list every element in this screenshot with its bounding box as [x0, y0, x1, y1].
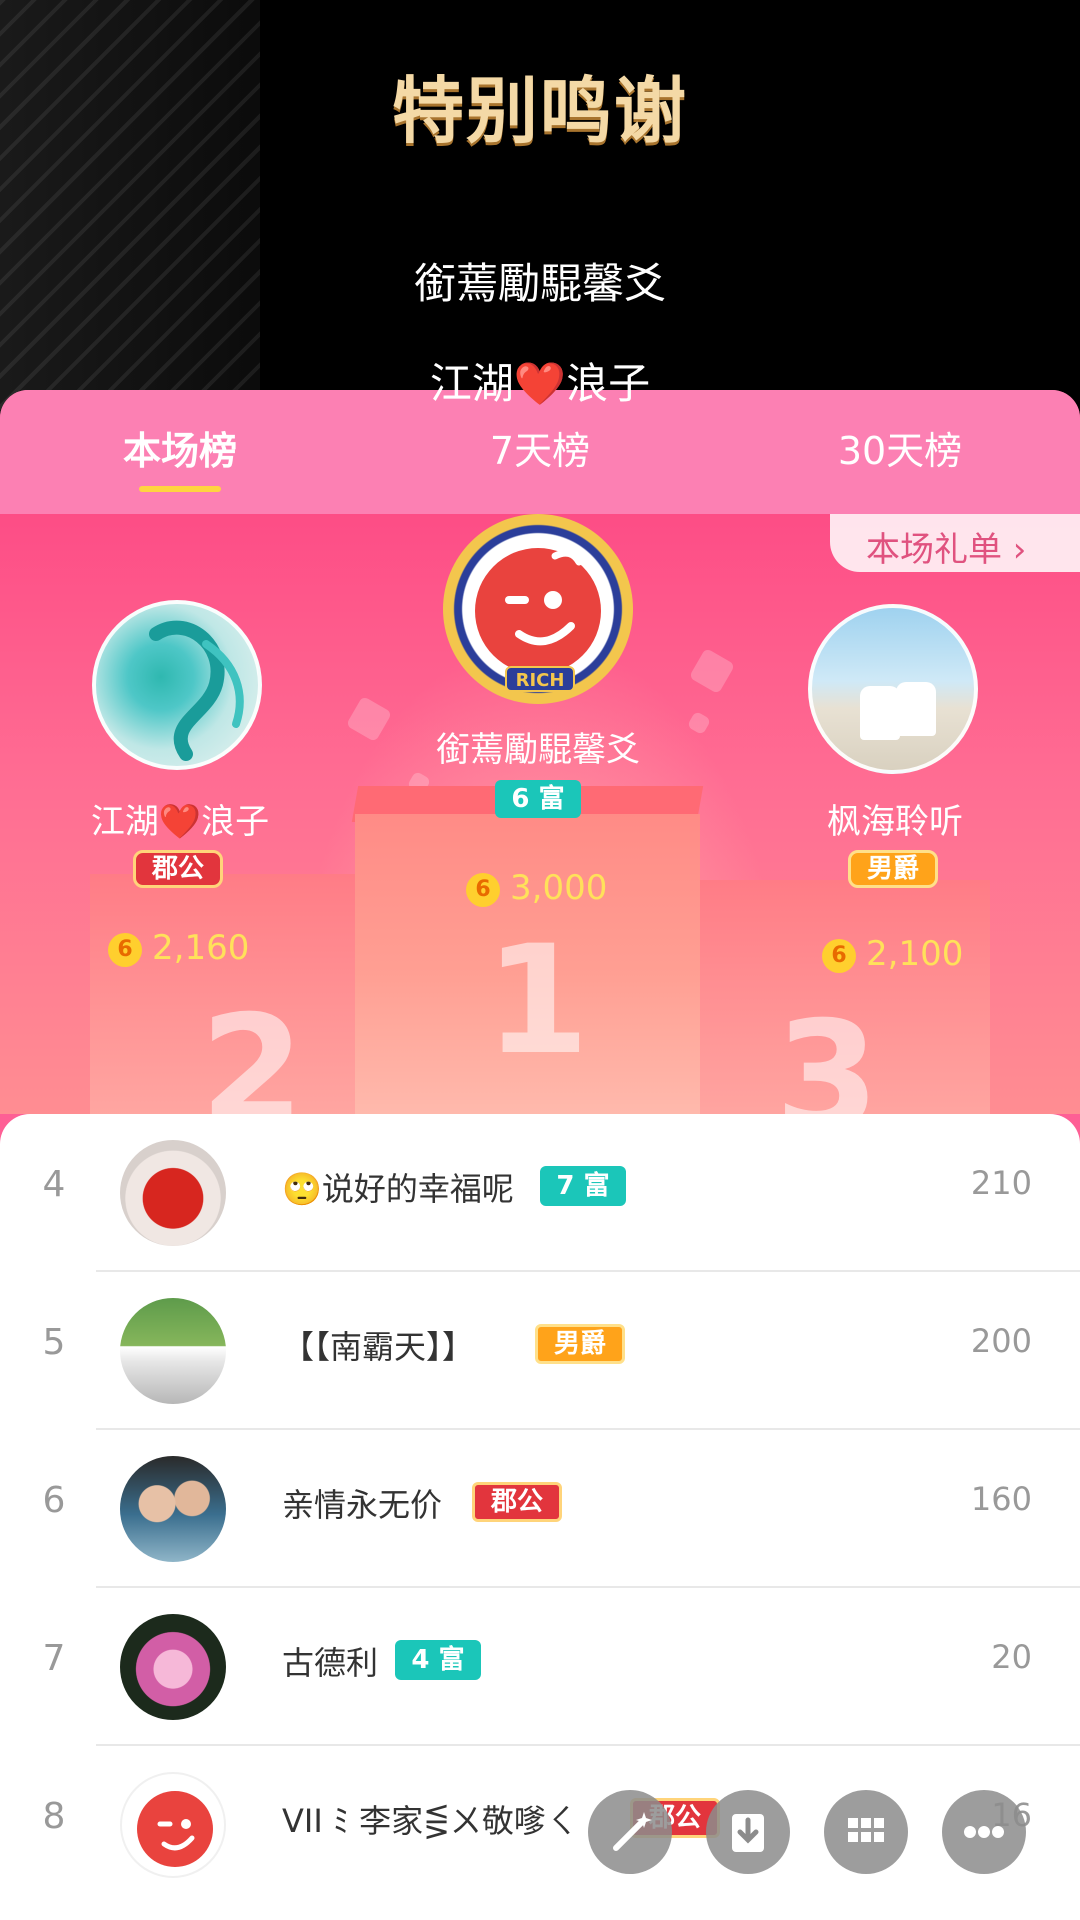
ranking-list: 4 🙄说好的幸福呢 7 富 210 5 【【南霸天】】 男爵 200 6 亲情永… — [0, 1114, 1080, 1920]
second-place-name: 江湖❤️浪子 — [90, 802, 270, 842]
noble-rank-badge: 郡公 — [472, 1482, 562, 1522]
avatar[interactable] — [120, 1298, 226, 1404]
podium-number-2: 2 — [200, 984, 305, 1114]
tab-this-session[interactable]: 本场榜 — [30, 420, 330, 475]
third-place-coin-value: 2,100 — [866, 934, 964, 974]
coin-icon: 6 — [822, 938, 856, 973]
score: 210 — [970, 1164, 1032, 1202]
avatar[interactable] — [120, 1614, 226, 1720]
rank-number: 8 — [42, 1796, 66, 1837]
second-place-coins: 6 2,160 — [108, 928, 249, 968]
third-place-name: 枫海聆听 — [827, 802, 963, 842]
podium-number-3: 3 — [775, 990, 880, 1114]
avatar[interactable] — [120, 1456, 226, 1562]
first-place-coins: 6 3,000 — [466, 868, 607, 908]
rank-number: 4 — [42, 1164, 66, 1205]
score: 20 — [991, 1638, 1032, 1676]
first-place-name: 銜蔫勵騉馨爻 — [436, 730, 640, 770]
more-icon[interactable] — [942, 1790, 1026, 1874]
third-place-rank-badge: 男爵 — [848, 850, 938, 888]
user-name: VII ﾐ 李家⋚ㄨ敬嗲ㄑ — [282, 1802, 578, 1840]
wink-logo-icon — [505, 549, 583, 646]
couple-figure — [896, 682, 936, 736]
dragon-image — [149, 620, 244, 761]
second-place-rank-badge: 郡公 — [133, 850, 223, 888]
score: 200 — [970, 1322, 1032, 1360]
podium-number-1: 1 — [485, 914, 590, 1088]
list-item[interactable]: 8 VII ﾐ 李家⋚ㄨ敬嗲ㄑ 郡公 16 — [0, 1746, 1080, 1904]
rich-label: RICH — [505, 666, 575, 692]
wand-glyph — [613, 1812, 652, 1851]
rank-number: 6 — [42, 1480, 66, 1521]
list-item[interactable]: 5 【【南霸天】】 男爵 200 — [0, 1272, 1080, 1430]
active-tab-indicator — [139, 486, 221, 492]
grid-glyph — [848, 1818, 884, 1842]
couple-figure — [860, 686, 900, 740]
thanks-line-1: 銜蔫勵騉馨爻 — [413, 259, 666, 308]
user-name: 🙄说好的幸福呢 — [282, 1170, 514, 1208]
user-name: 古德利 — [282, 1644, 379, 1682]
tab-7-days[interactable]: 7天榜 — [390, 420, 690, 475]
user-name: 亲情永无价 — [282, 1486, 443, 1524]
coin-icon: 6 — [108, 932, 142, 967]
avatar[interactable] — [120, 1772, 226, 1878]
first-place-coin-value: 3,000 — [510, 868, 608, 908]
list-item[interactable]: 4 🙄说好的幸福呢 7 富 210 — [0, 1114, 1080, 1272]
grid-icon[interactable] — [824, 1790, 908, 1874]
first-place-avatar[interactable] — [475, 548, 601, 674]
list-item[interactable]: 7 古德利 4 富 20 — [0, 1588, 1080, 1746]
noble-rank-badge: 男爵 — [535, 1324, 625, 1364]
rank-number: 5 — [42, 1322, 66, 1363]
tab-30-days[interactable]: 30天榜 — [750, 420, 1050, 475]
avatar[interactable] — [120, 1140, 226, 1246]
download-glyph — [732, 1814, 764, 1852]
download-icon[interactable] — [706, 1790, 790, 1874]
second-place-coin-value: 2,160 — [152, 928, 250, 968]
rank-number: 7 — [42, 1638, 66, 1679]
score: 160 — [970, 1480, 1032, 1518]
rich-level-badge: 4 富 — [395, 1640, 481, 1680]
third-place-coins: 6 2,100 — [822, 934, 963, 974]
third-place-avatar[interactable] — [808, 604, 978, 774]
wink-logo-icon — [137, 1791, 213, 1867]
coin-icon: 6 — [466, 872, 500, 907]
podium-area: 本场礼单 › 2 1 3 江湖❤️浪子 郡公 6 2,160 RICH 銜蔫勵騉… — [0, 514, 1080, 1114]
session-gift-list-button[interactable]: 本场礼单 › — [830, 514, 1080, 572]
thanks-line-2: 江湖❤️浪子 — [429, 359, 651, 408]
list-item[interactable]: 6 亲情永无价 郡公 160 — [0, 1430, 1080, 1588]
first-place-rank-badge: 6 富 — [495, 780, 581, 818]
special-thanks-title: 特别鸣谢 — [391, 69, 688, 153]
rich-level-badge: 7 富 — [540, 1166, 626, 1206]
user-name: 【【南霸天】】 — [282, 1328, 475, 1366]
wand-icon[interactable] — [588, 1790, 672, 1874]
more-glyph — [964, 1826, 1004, 1838]
second-place-avatar[interactable] — [92, 600, 262, 770]
